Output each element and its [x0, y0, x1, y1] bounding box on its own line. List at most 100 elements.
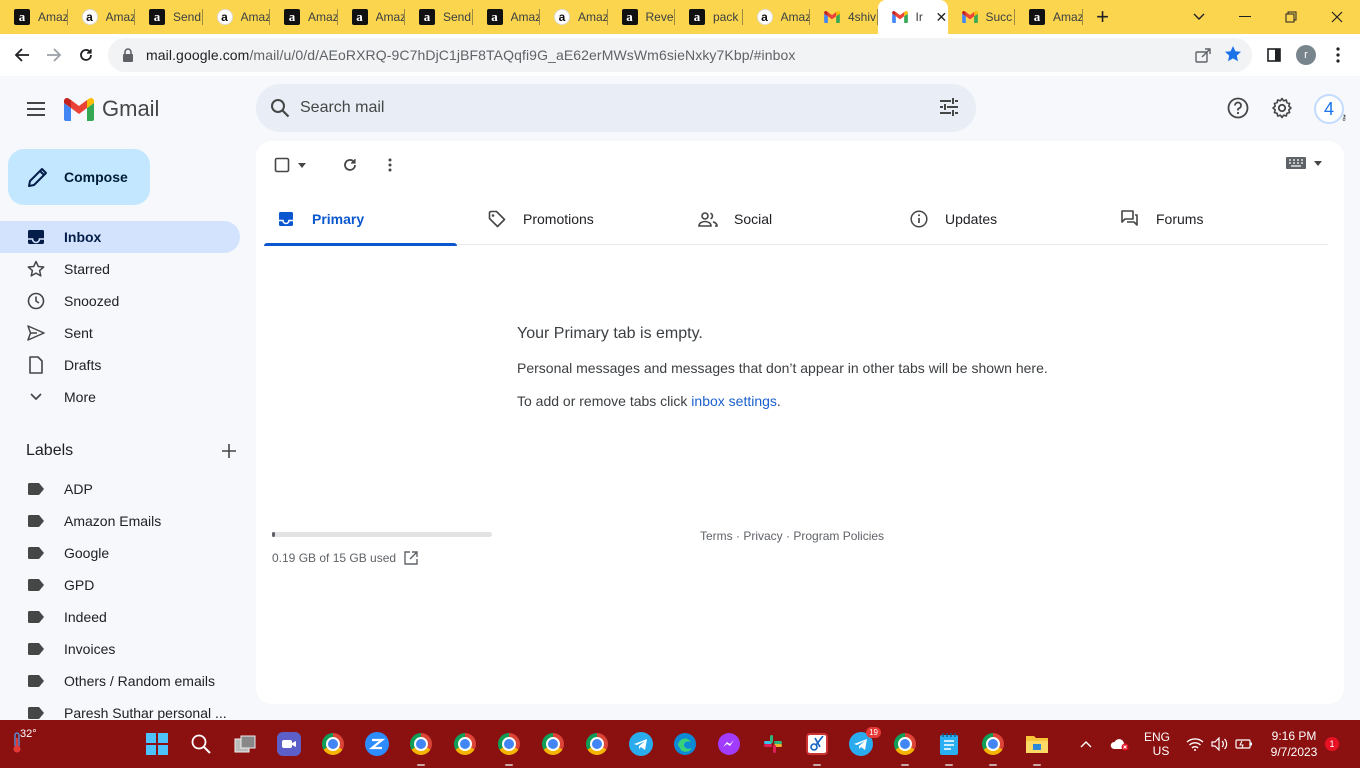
tab-updates[interactable]: Updates — [897, 193, 1108, 245]
share-icon[interactable] — [1194, 46, 1212, 64]
close-window-icon[interactable] — [1314, 0, 1360, 34]
file-explorer-icon[interactable] — [1023, 730, 1051, 766]
chrome-icon[interactable] — [539, 730, 567, 758]
notification-badge[interactable]: 1 — [1325, 737, 1339, 751]
browser-tab[interactable]: a Amaz — [338, 0, 405, 34]
program-policies-link[interactable]: Program Policies — [793, 529, 884, 543]
sidebar-item-snoozed[interactable]: Snoozed — [0, 285, 240, 317]
task-view-icon[interactable] — [231, 730, 259, 758]
browser-tab[interactable]: a Send — [135, 0, 203, 34]
restore-icon[interactable] — [1268, 0, 1314, 34]
snipping-tool-icon[interactable] — [803, 730, 831, 766]
sidebar-item-drafts[interactable]: Drafts — [0, 349, 240, 381]
amazon-icon: a — [621, 9, 638, 25]
tab-search-icon[interactable] — [1176, 0, 1222, 34]
settings-gear-icon[interactable] — [1268, 94, 1296, 122]
search-icon[interactable] — [187, 730, 215, 758]
add-label-icon[interactable] — [222, 444, 236, 458]
open-external-icon[interactable] — [404, 551, 418, 565]
browser-tab[interactable]: 4shiv — [810, 0, 878, 34]
reload-icon[interactable] — [70, 39, 102, 71]
search-input[interactable] — [300, 99, 900, 117]
chrome-icon[interactable] — [319, 730, 347, 758]
new-tab-button[interactable]: + — [1083, 0, 1123, 34]
help-icon[interactable] — [1224, 94, 1252, 122]
telegram-icon[interactable] — [627, 730, 655, 758]
browser-tab[interactable]: a Amaz — [743, 0, 810, 34]
onedrive-sync-error-icon[interactable] — [1110, 720, 1130, 768]
label-item[interactable]: Invoices — [0, 633, 256, 665]
browser-tab[interactable]: a Amaz — [473, 0, 540, 34]
browser-tab[interactable]: a Rever — [608, 0, 675, 34]
chrome-icon[interactable] — [407, 730, 435, 766]
search-options-icon[interactable] — [938, 96, 960, 118]
chrome-icon[interactable] — [583, 730, 611, 758]
browser-tab[interactable]: a Amaz — [0, 0, 68, 34]
language-indicator[interactable]: ENG US — [1144, 720, 1170, 768]
browser-tab[interactable]: a Send — [405, 0, 473, 34]
label-item[interactable]: ADP — [0, 473, 256, 505]
sidebar-item-more[interactable]: More — [0, 381, 240, 413]
forward-icon[interactable] — [38, 39, 70, 71]
messenger-icon[interactable] — [715, 730, 743, 758]
back-icon[interactable] — [6, 39, 38, 71]
telegram-icon[interactable]: 19 — [847, 727, 881, 758]
chrome-icon[interactable] — [891, 730, 919, 766]
browser-tab[interactable]: a pack — [675, 0, 743, 34]
sidebar-item-starred[interactable]: Starred — [0, 253, 240, 285]
label-item[interactable]: Google — [0, 537, 256, 569]
label-item[interactable]: GPD — [0, 569, 256, 601]
battery-icon[interactable] — [1235, 720, 1253, 768]
browser-tab[interactable]: Ir ✕ — [877, 0, 948, 34]
chrome-icon[interactable] — [451, 730, 479, 758]
refresh-icon[interactable] — [340, 155, 360, 175]
gmail-logo[interactable]: Gmail — [64, 96, 159, 122]
tab-promotions[interactable]: Promotions — [475, 193, 686, 245]
browser-tab[interactable]: a Amaz — [540, 0, 608, 34]
terms-link[interactable]: Terms — [700, 529, 733, 543]
label-item[interactable]: Indeed — [0, 601, 256, 633]
start-windows-icon[interactable] — [143, 730, 171, 758]
tab-forums[interactable]: Forums — [1108, 193, 1319, 245]
wifi-icon[interactable] — [1186, 720, 1204, 768]
browser-menu-icon[interactable] — [1322, 34, 1354, 76]
bookmark-star-icon[interactable] — [1224, 45, 1242, 63]
search-icon[interactable] — [268, 96, 292, 120]
account-avatar[interactable]: 4 ⚷ — [1314, 94, 1347, 124]
volume-icon[interactable] — [1211, 720, 1229, 768]
browser-tab[interactable]: a Amaz — [270, 0, 338, 34]
slack-icon[interactable] — [759, 730, 787, 758]
minimize-icon[interactable] — [1222, 0, 1268, 34]
browser-tab[interactable]: a Amaz — [68, 0, 135, 34]
browser-tab[interactable]: a Amaz — [1015, 0, 1083, 34]
show-hidden-icons[interactable] — [1080, 720, 1092, 768]
browser-tab[interactable]: a Amaz — [203, 0, 270, 34]
address-bar[interactable]: mail.google.com/mail/u/0/d/AEoRXRQ-9C7hD… — [108, 38, 1252, 72]
main-menu-icon[interactable] — [20, 93, 52, 125]
close-tab-icon[interactable]: ✕ — [936, 9, 948, 26]
label-item[interactable]: Others / Random emails — [0, 665, 256, 697]
select-all-checkbox[interactable] — [272, 155, 292, 175]
side-panel-icon[interactable] — [1258, 34, 1290, 76]
zoom-icon[interactable] — [363, 730, 391, 758]
chrome-icon[interactable] — [979, 730, 1007, 766]
zoom-meetings-icon[interactable] — [275, 730, 303, 758]
inbox-settings-link[interactable]: inbox settings — [691, 393, 777, 409]
sidebar-item-inbox[interactable]: Inbox — [0, 221, 240, 253]
label-item[interactable]: Amazon Emails — [0, 505, 256, 537]
chrome-icon[interactable] — [495, 730, 523, 766]
profile-avatar[interactable]: r — [1290, 34, 1322, 76]
privacy-link[interactable]: Privacy — [743, 529, 782, 543]
tab-social[interactable]: Social — [686, 193, 897, 245]
more-actions-icon[interactable] — [380, 155, 400, 175]
sidebar-item-sent[interactable]: Sent — [0, 317, 240, 349]
select-dropdown-icon[interactable] — [294, 155, 310, 175]
compose-button[interactable]: Compose — [8, 149, 150, 205]
edge-icon[interactable] — [671, 730, 699, 758]
main-panel: Primary Promotions Social Updates Forums You… — [256, 141, 1344, 704]
browser-tab[interactable]: Succ — [948, 0, 1016, 34]
system-clock[interactable]: 9:16 PM 9/7/2023 — [1266, 728, 1322, 760]
notepad-icon[interactable] — [935, 730, 963, 766]
input-tools-button[interactable] — [1286, 157, 1322, 169]
tab-primary[interactable]: Primary — [264, 193, 475, 246]
